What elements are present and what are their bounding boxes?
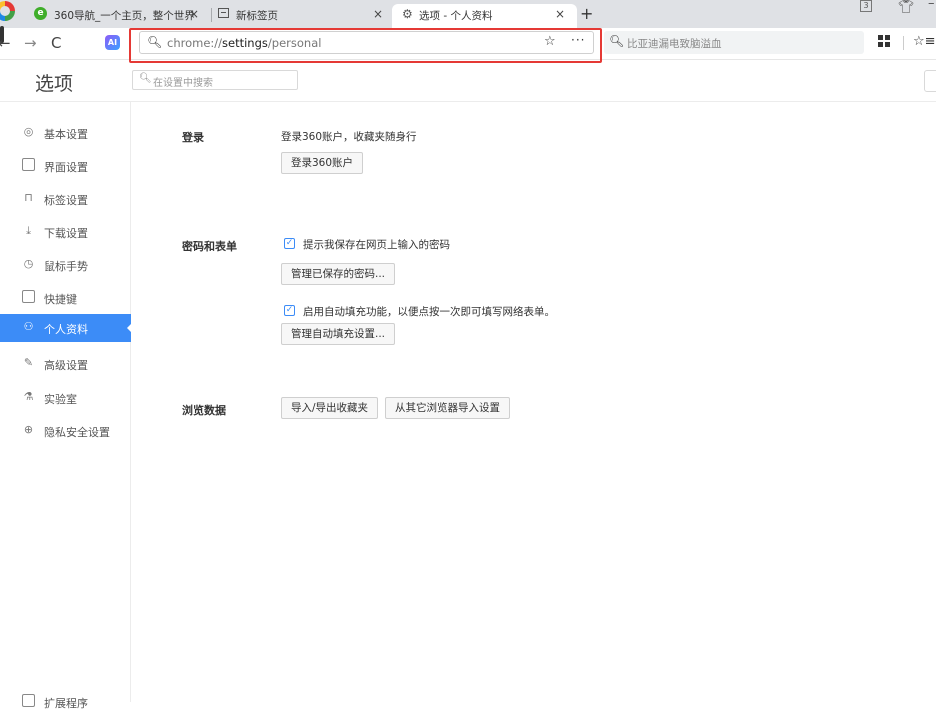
flask-icon: ⚗ [23, 390, 34, 403]
tab-title: 360导航_一个主页，整个世界 [54, 10, 195, 22]
settings-header: 选项 🔍︎ 在设置中搜索 [0, 61, 936, 102]
autofill-settings-button[interactable]: 管理自动填充设置... [281, 323, 396, 345]
manage-passwords-button[interactable]: 管理已保存的密码... [281, 263, 396, 285]
sidebar-item-download[interactable]: ⤓ 下载设置 [0, 218, 131, 246]
autofill-checkbox[interactable]: ✓ [284, 305, 295, 316]
sidebar-item-label: 个人资料 [44, 323, 88, 336]
apps-grid-icon[interactable] [878, 35, 890, 47]
offer-save-password-label: 提示我保存在网页上输入的密码 [303, 239, 450, 251]
tab-strip: e 360导航_一个主页，整个世界 × 新标签页 × ⚙ 选项 - 个人资料 ×… [0, 0, 936, 28]
sidebar-item-label: 基本设置 [44, 128, 88, 141]
sidebar-item-label: 鼠标手势 [44, 260, 88, 273]
tab-360-nav[interactable]: e 360导航_一个主页，整个世界 × [34, 4, 206, 28]
tab-settings-personal[interactable]: ⚙ 选项 - 个人资料 × [392, 4, 577, 28]
login-360-account-button[interactable]: 登录360账户 [281, 152, 364, 174]
extension-icon [22, 694, 35, 707]
window-count-badge[interactable]: 3 [860, 0, 872, 12]
tab-new-tab[interactable]: 新标签页 × [218, 4, 390, 28]
sidebar-item-extensions[interactable]: 扩展程序 [0, 688, 131, 716]
settings-search-input[interactable]: 🔍︎ 在设置中搜索 [132, 70, 298, 90]
favorites-list-icon[interactable]: ☆≡ [913, 34, 936, 49]
sidebar-item-label: 隐私安全设置 [44, 426, 110, 439]
settings-sidebar: ◎ 基本设置 界面设置 ⊓ 标签设置 ⤓ 下载设置 ◷ 鼠标手势 快捷键 ⚇ 个… [0, 102, 132, 710]
sidebar-item-shortcuts[interactable]: 快捷键 [0, 284, 131, 312]
search-suggestion[interactable]: 比亚迪漏电致脑溢血 [627, 36, 722, 51]
settings-content: 登录 登录360账户，收藏夹随身行 登录360账户 密码和表单 ✓ 提示我保存在… [131, 102, 936, 702]
ai-assistant-icon[interactable]: AI [105, 35, 120, 50]
section-label-browsing-data: 浏览数据 [182, 404, 226, 417]
search-icon: 🔍︎ [139, 73, 152, 84]
mouse-icon: ◷ [23, 257, 34, 270]
offer-save-password-checkbox[interactable]: ✓ [284, 238, 295, 249]
sidebar-item-label: 界面设置 [44, 161, 88, 174]
toolbar-divider [903, 36, 904, 50]
skin-icon[interactable]: 👕︎ [898, 0, 915, 15]
tab-close-icon[interactable]: × [189, 7, 199, 21]
circle-settings-icon: ◎ [23, 125, 34, 138]
sidebar-item-personal[interactable]: ⚇ 个人资料 [0, 314, 132, 342]
sidebar-item-label: 高级设置 [44, 359, 88, 372]
tab-close-icon[interactable]: × [373, 7, 383, 21]
download-icon: ⤓ [26, 224, 31, 237]
gear-icon: ⚙ [402, 7, 413, 21]
new-tab-button[interactable]: + [580, 4, 593, 23]
search-icon: 🔍︎ [609, 34, 625, 48]
sidebar-item-interface[interactable]: 界面设置 [0, 152, 131, 180]
minimize-icon[interactable]: – [928, 0, 935, 11]
window-icon [22, 158, 35, 171]
page-title: 选项 [35, 73, 74, 95]
reload-icon[interactable]: C [51, 34, 61, 52]
header-right-button[interactable] [924, 70, 936, 92]
import-export-favorites-button[interactable]: 导入/导出收藏夹 [281, 397, 379, 419]
sidebar-item-label: 快捷键 [44, 293, 77, 306]
sidebar-item-lab[interactable]: ⚗ 实验室 [0, 384, 131, 412]
sidebar-item-advanced[interactable]: ✎ 高级设置 [0, 350, 131, 378]
back-arrow-icon[interactable]: ← [0, 34, 11, 52]
autofill-label: 启用自动填充功能，以便点按一次即可填写网络表单。 [303, 306, 555, 318]
person-icon: ⚇ [23, 320, 34, 333]
tab-close-icon[interactable]: × [555, 7, 565, 21]
import-from-other-browser-button[interactable]: 从其它浏览器导入设置 [385, 397, 510, 419]
browser-logo-icon[interactable] [0, 1, 15, 21]
wrench-icon: ✎ [23, 356, 34, 369]
sidebar-item-label: 标签设置 [44, 194, 88, 207]
sidebar-item-basic[interactable]: ◎ 基本设置 [0, 119, 131, 147]
section-label-passwords: 密码和表单 [182, 240, 237, 253]
tab-icon: ⊓ [24, 191, 33, 204]
sidebar-item-tabs[interactable]: ⊓ 标签设置 [0, 185, 131, 213]
sidebar-item-privacy[interactable]: ⊕ 隐私安全设置 [0, 417, 131, 445]
search-placeholder: 在设置中搜索 [153, 78, 213, 89]
360-nav-favicon-icon: e [34, 7, 47, 20]
new-tab-favicon-icon [218, 8, 229, 18]
search-box[interactable]: 🔍︎ 比亚迪漏电致脑溢血 [604, 31, 864, 54]
keyboard-icon [22, 290, 35, 303]
tab-title: 选项 - 个人资料 [419, 10, 493, 22]
login-description: 登录360账户，收藏夹随身行 [281, 131, 417, 143]
sidebar-item-label: 扩展程序 [44, 697, 88, 710]
address-bar-highlight [129, 28, 602, 63]
shield-plus-icon: ⊕ [23, 423, 34, 436]
sidebar-item-mouse-gestures[interactable]: ◷ 鼠标手势 [0, 251, 131, 279]
tab-separator [211, 8, 212, 22]
sidebar-item-label: 下载设置 [44, 227, 88, 240]
tab-title: 新标签页 [236, 10, 278, 22]
forward-arrow-icon[interactable]: → [24, 34, 37, 52]
section-label-login: 登录 [182, 131, 204, 144]
sidebar-item-label: 实验室 [44, 393, 77, 406]
